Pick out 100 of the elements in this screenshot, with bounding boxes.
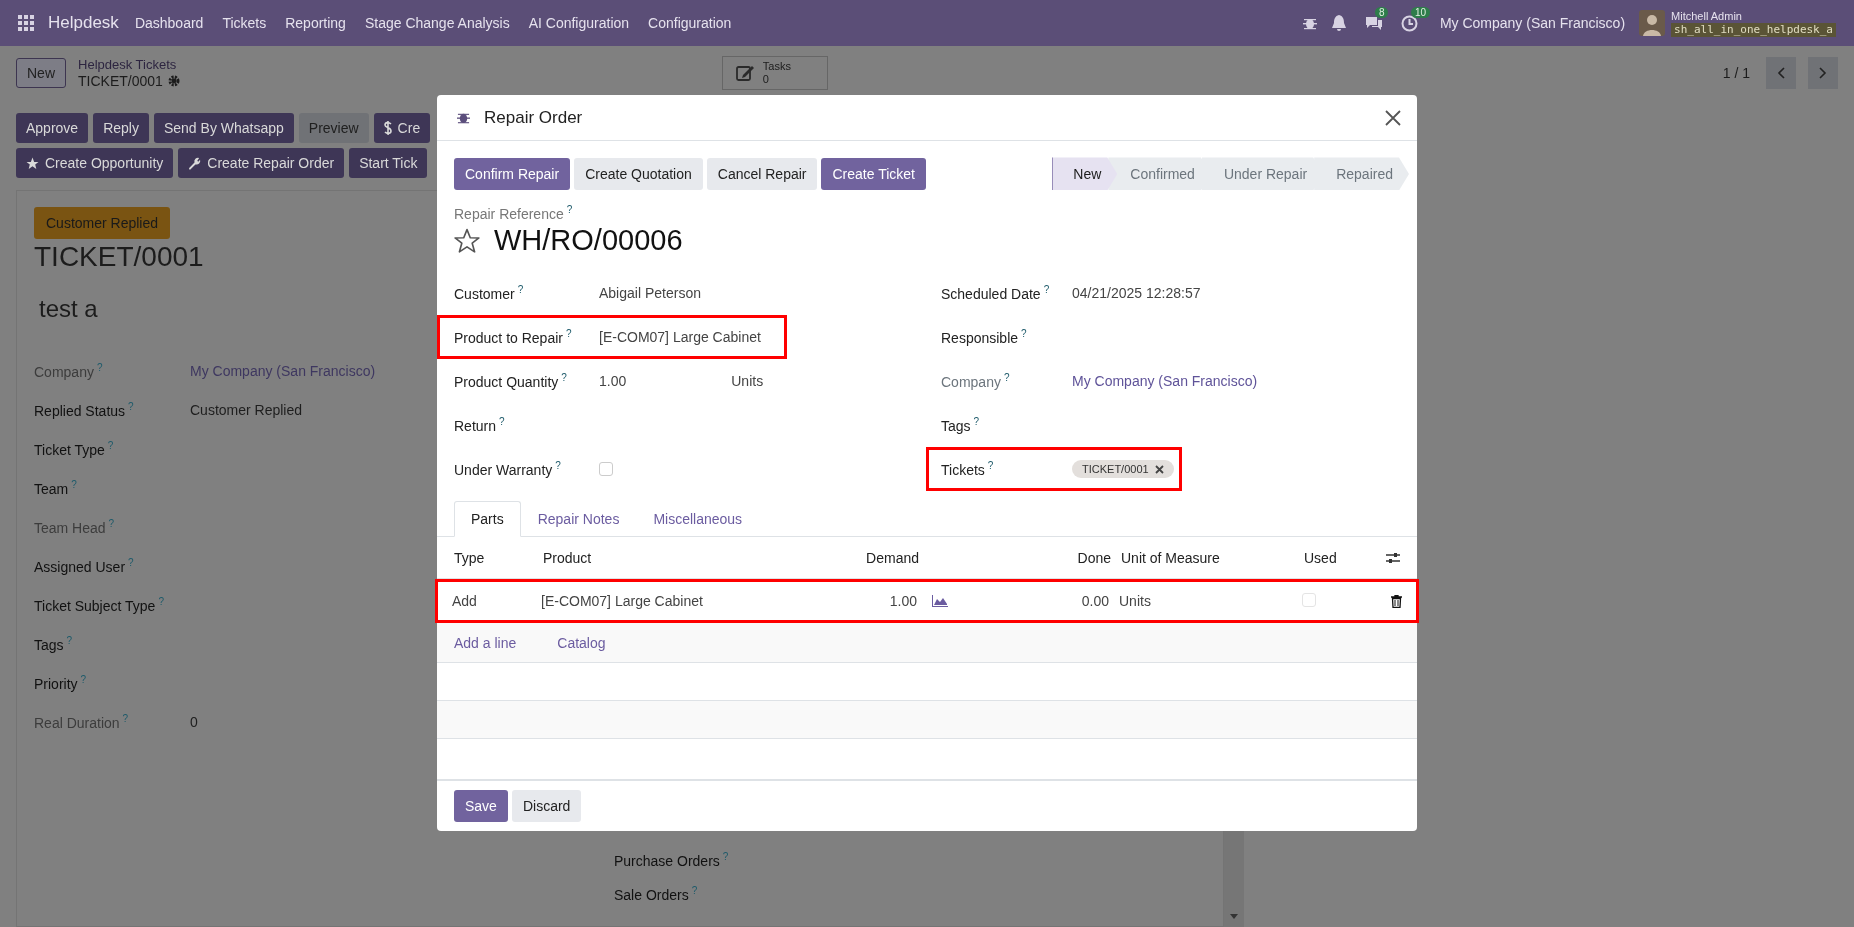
action-button[interactable]: Create Opportunity <box>16 148 174 178</box>
field-value[interactable]: My Company (San Francisco) <box>1072 373 1258 390</box>
menu-item[interactable]: Tickets <box>222 15 267 31</box>
field-label: Team Head $^{?}$ <box>34 517 116 536</box>
column-header[interactable]: Done <box>974 549 1111 566</box>
menu-item[interactable]: Reporting <box>285 15 346 31</box>
table-cell-text: Add <box>452 593 478 610</box>
field-value[interactable]: 04/21/2025 12:28:57 <box>1072 285 1201 302</box>
field-value[interactable]: Abigail Peterson <box>599 285 701 302</box>
table-row[interactable]: Add [E-COM07] Large Cabinet 1.00 0.00 Units <box>435 579 1419 624</box>
column-header[interactable]: Used <box>1304 549 1384 566</box>
remove-icon[interactable] <box>1154 464 1164 474</box>
table-cell-text: [E-COM07] Large Cabinet <box>541 593 704 610</box>
field-value: 0 <box>190 713 198 730</box>
chevron-left-icon <box>1777 67 1785 79</box>
menu-item[interactable]: AI Configuration <box>528 15 630 31</box>
dialog-title: Repair Order <box>484 107 583 128</box>
add-line-link[interactable]: Add a line <box>454 634 517 651</box>
field-label: Tags $^{?}$ <box>34 634 74 653</box>
ticket-tag[interactable]: TICKET/0001 <box>1072 460 1174 479</box>
sliders-icon[interactable] <box>1386 551 1400 564</box>
stage-badge: Customer Replied <box>34 207 171 239</box>
action-button[interactable]: Approve <box>16 113 89 143</box>
apps-grid-icon[interactable] <box>18 15 34 31</box>
record-reference: WH/RO/00006 <box>494 224 683 258</box>
field-label: Team $^{?}$ <box>34 478 78 497</box>
close-icon[interactable] <box>1385 109 1401 126</box>
status-stage[interactable]: New <box>1052 157 1118 191</box>
bell-icon[interactable] <box>1330 14 1347 32</box>
trash-icon[interactable] <box>1391 594 1402 608</box>
header-button[interactable]: Create Ticket <box>821 157 926 190</box>
column-header[interactable]: Demand <box>793 549 919 566</box>
scroll-down-arrow-icon[interactable] <box>1230 914 1238 919</box>
column-header[interactable]: Product <box>543 549 793 566</box>
field-label: Customer $^{?}$ <box>454 284 525 302</box>
column-header[interactable]: Type <box>454 549 543 566</box>
area-chart-icon[interactable] <box>932 595 948 608</box>
record-name: TICKET/0001 <box>78 73 163 89</box>
field-label: Repair Reference $^{?}$ <box>454 204 574 223</box>
ticket-title: TICKET/0001 <box>34 241 205 273</box>
chevron-right-icon <box>1819 67 1827 79</box>
table-cell-text: 0.00 <box>1080 593 1109 610</box>
header-button[interactable]: Create Quotation <box>574 157 703 190</box>
edit-square-icon <box>734 63 755 83</box>
field-value: Customer Replied <box>190 401 303 418</box>
user-name[interactable]: Mitchell Admin <box>1671 9 1836 23</box>
field-label: Ticket Type $^{?}$ <box>34 439 115 458</box>
header-button[interactable]: Cancel Repair <box>706 157 818 190</box>
action-button[interactable]: Create Repair Order <box>178 148 345 178</box>
table-cell-text: 1.00 <box>888 593 917 610</box>
chat-bubbles-icon[interactable] <box>1364 15 1383 31</box>
ticket-subject: test a <box>39 295 99 323</box>
field-label: Return $^{?}$ <box>454 416 506 434</box>
field-label: Assigned User $^{?}$ <box>34 556 135 575</box>
bug-icon[interactable] <box>1302 16 1317 30</box>
settings-icon[interactable] <box>167 75 180 87</box>
notebook-tab[interactable]: Miscellaneous <box>636 501 760 538</box>
column-header[interactable]: Unit of Measure <box>1111 549 1304 566</box>
tasks-stat-button[interactable]: Tasks 0 <box>721 56 828 90</box>
notebook-tab[interactable]: Repair Notes <box>520 501 637 538</box>
unit-value[interactable]: Units <box>731 373 764 390</box>
user-avatar-icon[interactable] <box>1639 10 1666 36</box>
field-value[interactable]: 1.00 <box>599 373 627 390</box>
app-name[interactable]: Helpdesk <box>48 13 119 33</box>
field-label: Ticket Subject Type $^{?}$ <box>34 595 165 614</box>
menu-item[interactable]: Configuration <box>648 15 732 31</box>
action-button[interactable]: Start Tick <box>349 148 428 178</box>
header-button[interactable]: Confirm Repair <box>454 157 571 190</box>
field-label: Company $^{?}$ <box>34 361 104 380</box>
activity-count-badge: 10 <box>1410 6 1430 18</box>
notebook-tab[interactable]: Parts <box>454 501 521 538</box>
action-button[interactable]: Reply <box>93 113 149 143</box>
menu-item[interactable]: Dashboard <box>134 15 204 31</box>
new-button[interactable]: New <box>16 58 66 88</box>
footer-button[interactable]: Discard <box>511 790 582 823</box>
star-outline-icon[interactable] <box>454 227 480 254</box>
message-count-badge: 8 <box>1374 7 1389 18</box>
field-label: Real Duration $^{?}$ <box>34 712 130 731</box>
field-label: Scheduled Date $^{?}$ <box>941 284 1051 302</box>
footer-button[interactable]: Save <box>454 790 508 823</box>
breadcrumb-link[interactable]: Helpdesk Tickets <box>78 57 180 73</box>
status-stage[interactable]: Repaired <box>1314 157 1409 191</box>
checkbox[interactable] <box>599 462 613 477</box>
field-label: Sale Orders $^{?}$ <box>614 884 699 903</box>
company-switcher[interactable]: My Company (San Francisco) <box>1439 15 1626 31</box>
action-button[interactable]: Cre <box>373 113 431 143</box>
field-label: Replied Status $^{?}$ <box>34 400 135 419</box>
clock-icon[interactable] <box>1400 14 1418 32</box>
action-button[interactable]: Send By Whatsapp <box>153 113 294 143</box>
dollar-icon <box>383 121 392 135</box>
field-label: Priority $^{?}$ <box>34 673 88 692</box>
field-value[interactable]: [E-COM07] Large Cabinet <box>599 329 761 346</box>
catalog-link[interactable]: Catalog <box>557 634 606 651</box>
checkbox[interactable] <box>1302 592 1316 607</box>
field-label: Product Quantity $^{?}$ <box>454 372 568 390</box>
wrench-icon <box>188 156 202 170</box>
table-cell-text: Units <box>1118 593 1152 610</box>
menu-item[interactable]: Stage Change Analysis <box>364 15 510 31</box>
field-label: Company $^{?}$ <box>941 372 1011 390</box>
star-icon <box>26 156 39 170</box>
